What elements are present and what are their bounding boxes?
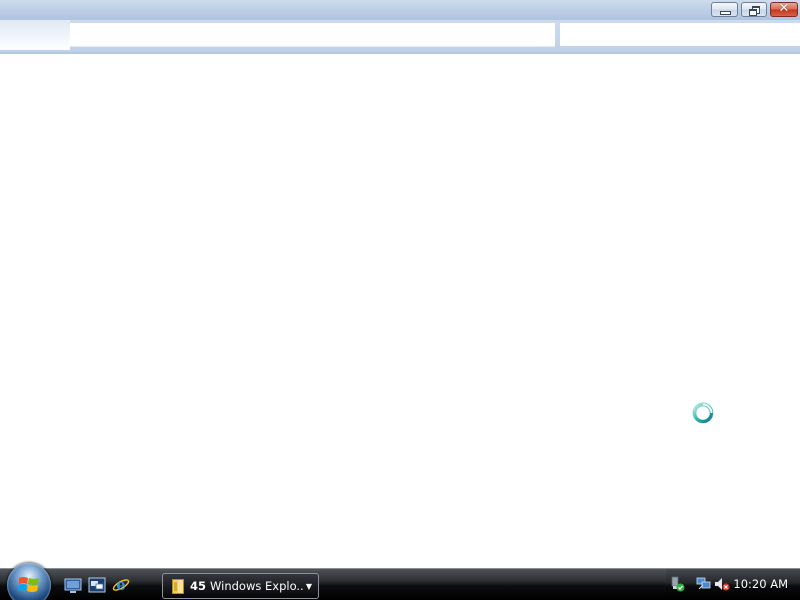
busy-ring-icon [692, 402, 714, 424]
navigation-buttons-area[interactable] [0, 20, 70, 50]
address-toolbar [0, 20, 800, 52]
svg-text:e: e [116, 576, 126, 594]
desktop-screen: ✕ e 45 Windows Explo... ▼ 10:20 AM [0, 0, 800, 600]
close-button[interactable]: ✕ [770, 1, 798, 17]
restore-button[interactable] [741, 2, 767, 17]
show-desktop-icon[interactable] [64, 576, 82, 594]
start-button[interactable] [7, 563, 51, 600]
clock[interactable]: 10:20 AM [733, 577, 788, 591]
window-count: 45 [190, 579, 207, 593]
taskbar-button-title: Windows Explo... [210, 579, 304, 593]
notification-area: 10:20 AM [666, 569, 800, 600]
close-icon: ✕ [778, 1, 790, 16]
quick-launch-bar: e [64, 576, 130, 594]
taskbar-button-windows-explorer[interactable]: 45 Windows Explo... ▼ [162, 573, 319, 599]
caption-buttons: ✕ [711, 1, 798, 17]
taskbar-button-label: 45 Windows Explo... [190, 579, 304, 593]
search-input[interactable] [560, 23, 800, 46]
window-titlebar[interactable]: ✕ [0, 0, 800, 20]
safely-remove-hardware-icon[interactable] [669, 576, 685, 592]
dropdown-arrow-icon: ▼ [305, 581, 313, 591]
window-content-area[interactable] [0, 54, 800, 568]
windows-logo-icon [18, 577, 39, 592]
minimize-icon [720, 11, 731, 15]
volume-muted-icon[interactable] [714, 576, 730, 592]
address-input[interactable] [70, 23, 555, 47]
taskbar: e 45 Windows Explo... ▼ 10:20 AM [0, 563, 800, 600]
switch-windows-icon[interactable] [88, 576, 106, 594]
folder-icon [172, 578, 184, 594]
internet-explorer-icon[interactable]: e [112, 576, 130, 594]
minimize-button[interactable] [711, 2, 738, 17]
restore-icon [749, 6, 760, 16]
network-disconnected-icon[interactable] [696, 576, 712, 592]
